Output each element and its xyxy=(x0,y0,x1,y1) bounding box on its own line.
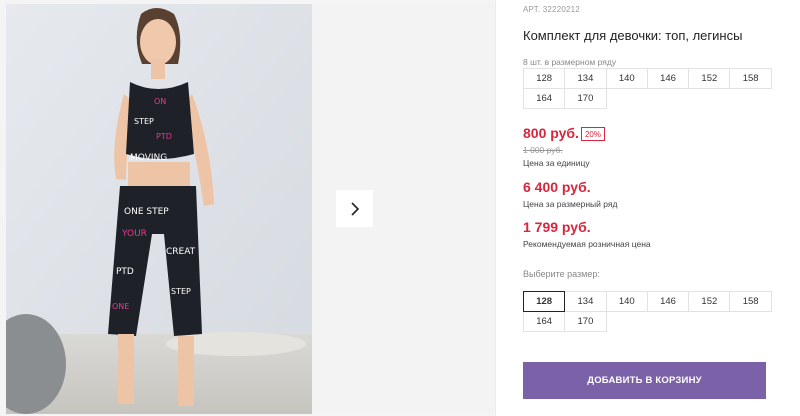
svg-text:ONE: ONE xyxy=(112,302,129,311)
pack-size: 170 xyxy=(564,88,607,109)
pack-size: 134 xyxy=(564,68,607,89)
svg-text:CREAT: CREAT xyxy=(166,247,196,257)
article-number: АРТ. 32220212 xyxy=(523,5,580,14)
pack-size: 152 xyxy=(688,68,731,89)
size-option[interactable]: 164 xyxy=(523,311,566,332)
add-to-cart-button[interactable]: ДОБАВИТЬ В КОРЗИНУ xyxy=(523,362,766,399)
svg-text:ONE STEP: ONE STEP xyxy=(124,207,169,217)
choose-size-label: Выберите размер: xyxy=(523,269,600,279)
pack-label: 8 шт. в размерном ряду xyxy=(523,57,617,67)
panel-divider xyxy=(495,0,496,416)
pack-size: 128 xyxy=(523,68,566,89)
unit-price: 800 руб. xyxy=(523,125,579,141)
size-option[interactable]: 134 xyxy=(564,291,607,312)
pack-size: 158 xyxy=(729,68,772,89)
discount-badge: 20% xyxy=(581,127,605,141)
gallery-next-button[interactable] xyxy=(336,190,373,227)
size-option[interactable]: 140 xyxy=(605,291,648,312)
size-option-selected[interactable]: 128 xyxy=(523,291,566,312)
pack-price-note: Цена за размерный ряд xyxy=(523,199,618,209)
old-price: 1 000 руб. xyxy=(523,145,563,155)
svg-text:STEP: STEP xyxy=(171,287,191,296)
size-picker: 128 134 140 146 152 158 164 170 xyxy=(523,291,772,332)
retail-price: 1 799 руб. xyxy=(523,219,591,235)
svg-text:ON: ON xyxy=(154,97,166,106)
svg-text:PTD: PTD xyxy=(156,132,172,141)
pack-price: 6 400 руб. xyxy=(523,179,591,195)
size-option[interactable]: 158 xyxy=(729,291,772,312)
chevron-right-icon xyxy=(350,201,359,216)
size-option[interactable]: 146 xyxy=(646,291,690,312)
pack-size-grid: 128 134 140 146 152 158 164 170 xyxy=(523,68,772,109)
size-option[interactable]: 152 xyxy=(688,291,731,312)
size-option[interactable]: 170 xyxy=(564,311,607,332)
product-title: Комплект для девочки: топ, легинсы xyxy=(523,28,743,43)
pack-size: 146 xyxy=(646,68,690,89)
svg-text:YOUR: YOUR xyxy=(121,229,147,239)
retail-price-note: Рекомендуемая розничная цена xyxy=(523,239,651,249)
svg-text:STEP: STEP xyxy=(134,117,154,126)
pack-size: 164 xyxy=(523,88,566,109)
product-photo[interactable]: ON STEP PTD MOVING ONE STEP YOUR CREAT P… xyxy=(6,4,312,414)
pack-size: 140 xyxy=(605,68,648,89)
svg-text:PTD: PTD xyxy=(116,267,134,277)
svg-text:MOVING: MOVING xyxy=(130,153,167,163)
product-gallery: ON STEP PTD MOVING ONE STEP YOUR CREAT P… xyxy=(0,0,495,416)
product-photo-illustration: ON STEP PTD MOVING ONE STEP YOUR CREAT P… xyxy=(6,4,312,414)
unit-price-note: Цена за единицу xyxy=(523,158,590,168)
